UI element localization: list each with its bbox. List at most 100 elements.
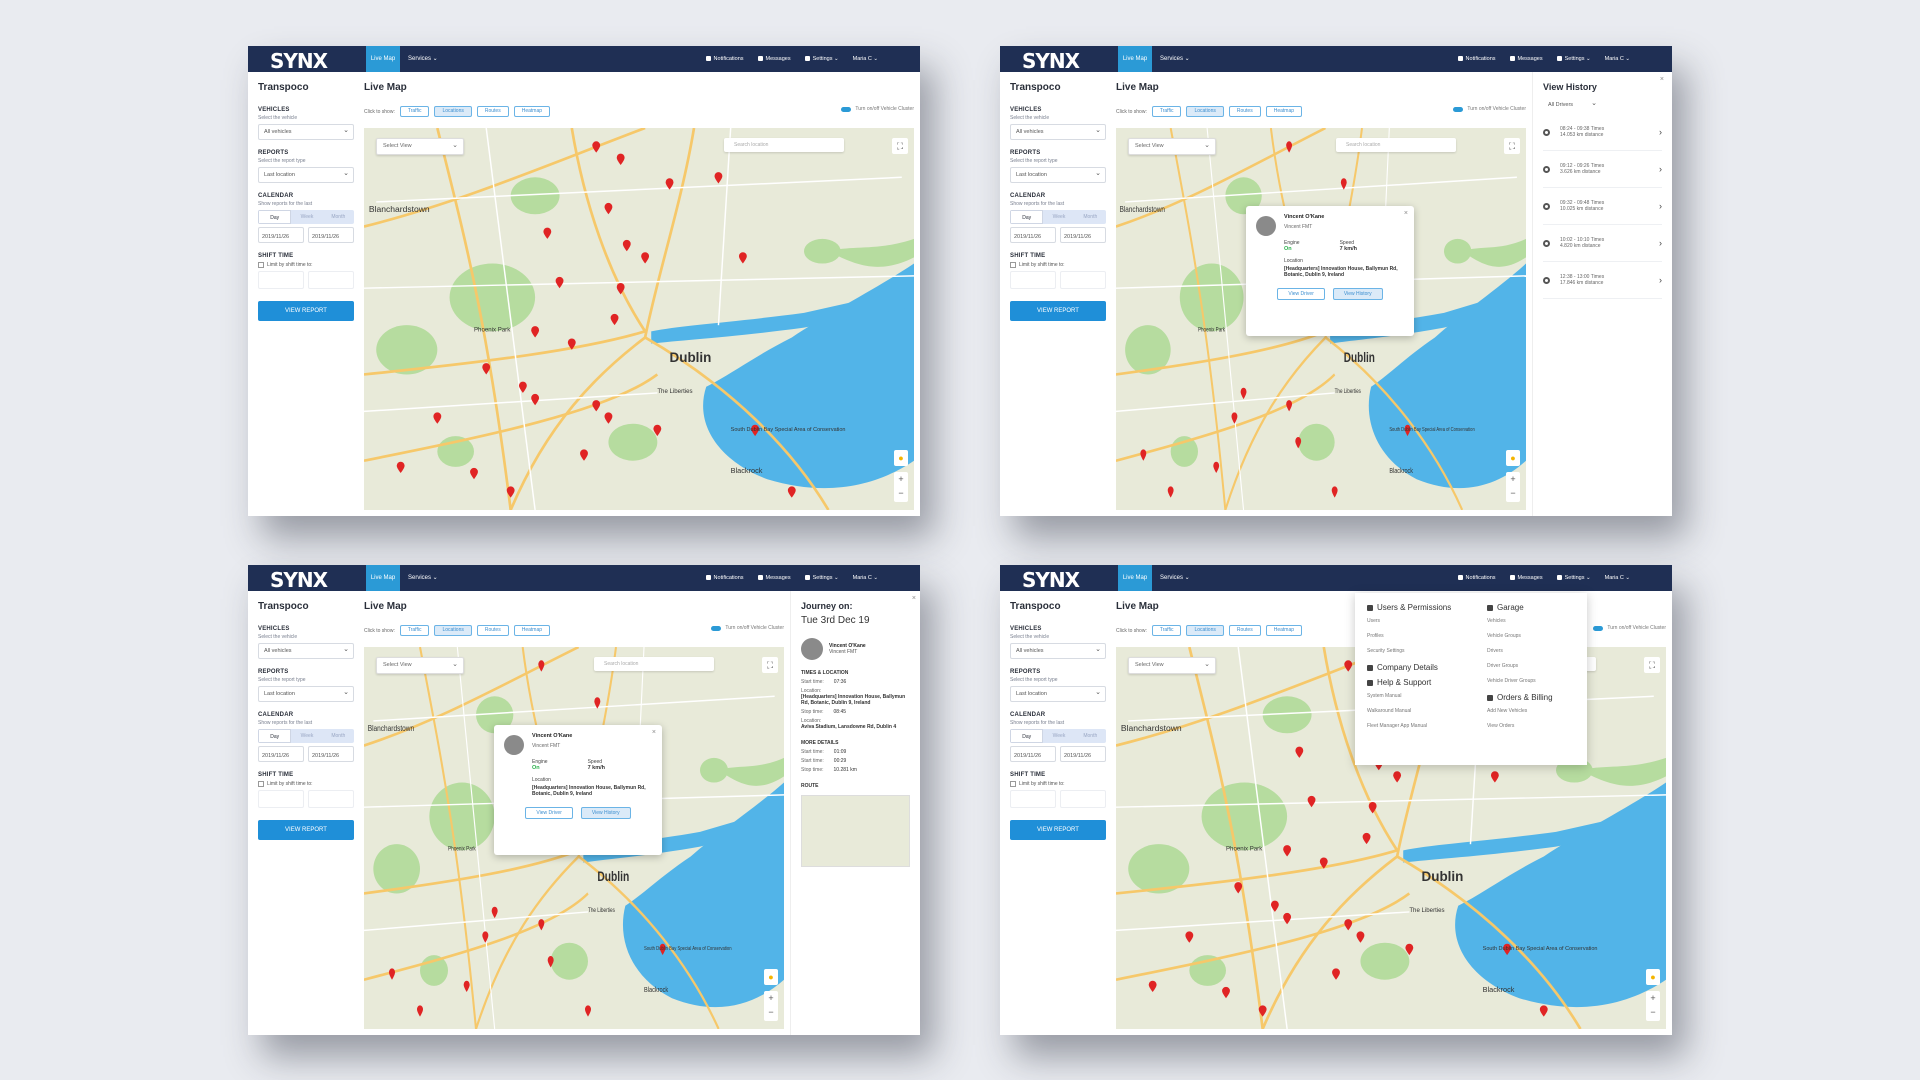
period-month[interactable]: Month	[1075, 729, 1106, 743]
settings-menu[interactable]: Settings ⌄	[1556, 565, 1591, 591]
shift-limit-checkbox[interactable]: Limit by shift time to:	[1010, 262, 1106, 268]
live-map[interactable]: Dublin Blanchardstown Phoenix Park Blackroc…	[364, 647, 784, 1029]
shift-limit-checkbox[interactable]: Limit by shift time to:	[258, 262, 354, 268]
routes-chip[interactable]: Routes	[1228, 106, 1261, 117]
settings-menu-item[interactable]: View Orders	[1487, 723, 1553, 729]
location-search-input[interactable]: Search location	[1336, 138, 1456, 152]
chevron-right-icon[interactable]: ›	[1659, 238, 1662, 248]
report-type-select[interactable]: Last location	[1010, 167, 1106, 183]
traffic-chip[interactable]: Traffic	[399, 106, 430, 117]
period-day[interactable]: Day	[1010, 210, 1044, 224]
vehicle-cluster-toggle[interactable]: Turn on/off Vehicle Cluster	[1453, 106, 1526, 112]
date-from-field[interactable]: 2019/11/26	[1010, 746, 1056, 762]
fullscreen-icon[interactable]: ⛶	[762, 657, 778, 673]
orders-billing-item[interactable]: Orders & Billing	[1487, 693, 1553, 702]
locations-chip[interactable]: Locations	[1186, 106, 1224, 117]
vehicles-select[interactable]: All vehicles	[258, 124, 354, 140]
settings-menu-item[interactable]: Driver Groups	[1487, 663, 1553, 669]
chevron-right-icon[interactable]: ›	[1659, 275, 1662, 285]
vehicle-cluster-toggle[interactable]: Turn on/off Vehicle Cluster	[1593, 625, 1666, 631]
history-route-item[interactable]: 10:02 - 10:10 Times 4.820 km distance ›	[1543, 225, 1662, 262]
checkbox-box[interactable]	[258, 781, 264, 787]
live-map[interactable]: Dublin Blanchardstown Phoenix Park Blackroc…	[1116, 128, 1526, 510]
shift-end-field[interactable]	[1060, 271, 1106, 289]
messages-link[interactable]: Messages	[1509, 46, 1543, 72]
routes-chip[interactable]: Routes	[476, 625, 509, 636]
nav-services-menu[interactable]: Services ⌄	[408, 46, 438, 72]
notifications-link[interactable]: Notifications	[1457, 46, 1496, 72]
street-view-pegman-icon[interactable]: ●	[1506, 450, 1520, 466]
shift-start-field[interactable]	[258, 790, 304, 808]
checkbox-box[interactable]	[1010, 262, 1016, 268]
synx-logo[interactable]: SYNX	[1022, 568, 1080, 592]
settings-menu-item[interactable]: Vehicle Driver Groups	[1487, 678, 1553, 684]
date-to-field[interactable]: 2019/11/26	[1060, 746, 1106, 762]
notifications-link[interactable]: Notifications	[705, 46, 744, 72]
close-icon[interactable]: ×	[1660, 76, 1664, 83]
shift-start-field[interactable]	[1010, 271, 1056, 289]
user-menu[interactable]: Maria C ⌄	[853, 565, 878, 591]
chevron-right-icon[interactable]: ›	[1659, 201, 1662, 211]
date-from-field[interactable]: 2019/11/26	[1010, 227, 1056, 243]
shift-limit-checkbox[interactable]: Limit by shift time to:	[1010, 781, 1106, 787]
fullscreen-icon[interactable]: ⛶	[892, 138, 908, 154]
notifications-link[interactable]: Notifications	[1457, 565, 1496, 591]
select-view-dropdown[interactable]: Select View	[376, 657, 464, 674]
date-to-field[interactable]: 2019/11/26	[308, 746, 354, 762]
help-support-item[interactable]: Help & Support	[1367, 678, 1451, 687]
view-report-button[interactable]: VIEW REPORT	[258, 301, 354, 321]
company-details-item[interactable]: Company Details	[1367, 663, 1451, 672]
nav-services-menu[interactable]: Services ⌄	[1160, 565, 1190, 591]
shift-start-field[interactable]	[1010, 790, 1056, 808]
settings-menu-item[interactable]: Fleet Manager App Manual	[1367, 723, 1451, 729]
toggle-switch[interactable]	[1453, 106, 1464, 112]
close-icon[interactable]: ×	[652, 729, 656, 736]
settings-menu[interactable]: Settings ⌄	[804, 565, 839, 591]
shift-limit-checkbox[interactable]: Limit by shift time to:	[258, 781, 354, 787]
period-week[interactable]: Week	[1043, 729, 1074, 743]
toggle-switch[interactable]	[841, 106, 852, 112]
nav-live-map-tab[interactable]: Live Map	[366, 565, 400, 591]
history-route-item[interactable]: 12:38 - 13:00 Times 17.846 km distance ›	[1543, 262, 1662, 299]
view-report-button[interactable]: VIEW REPORT	[1010, 301, 1106, 321]
settings-menu-item[interactable]: Security Settings	[1367, 648, 1451, 654]
date-to-field[interactable]: 2019/11/26	[308, 227, 354, 243]
settings-menu[interactable]: Settings ⌄	[804, 46, 839, 72]
vehicles-select[interactable]: All vehicles	[1010, 643, 1106, 659]
user-menu[interactable]: Maria C ⌄	[853, 46, 878, 72]
period-day[interactable]: Day	[258, 729, 292, 743]
nav-live-map-tab[interactable]: Live Map	[366, 46, 400, 72]
zoom-out-icon[interactable]: −	[764, 1005, 778, 1019]
vehicles-select[interactable]: All vehicles	[1010, 124, 1106, 140]
heatmap-chip[interactable]: Heatmap	[1265, 106, 1303, 117]
vehicle-cluster-toggle[interactable]: Turn on/off Vehicle Cluster	[711, 625, 784, 631]
messages-link[interactable]: Messages	[1509, 565, 1543, 591]
zoom-out-icon[interactable]: −	[1646, 1005, 1660, 1019]
settings-menu-item[interactable]: Profiles	[1367, 633, 1451, 639]
history-route-item[interactable]: 09:12 - 09:26 Times 3.626 km distance ›	[1543, 151, 1662, 188]
toggle-switch[interactable]	[1593, 625, 1604, 631]
messages-link[interactable]: Messages	[757, 565, 791, 591]
vehicles-select[interactable]: All vehicles	[258, 643, 354, 659]
select-view-dropdown[interactable]: Select View	[376, 138, 464, 155]
chevron-right-icon[interactable]: ›	[1659, 164, 1662, 174]
traffic-chip[interactable]: Traffic	[1151, 106, 1182, 117]
messages-link[interactable]: Messages	[757, 46, 791, 72]
date-from-field[interactable]: 2019/11/26	[258, 746, 304, 762]
zoom-in-icon[interactable]: +	[894, 472, 908, 486]
live-map[interactable]: Dublin Blanchardstown Phoenix Park Blackroc…	[364, 128, 914, 510]
settings-menu-item[interactable]: Add New Vehicles	[1487, 708, 1553, 714]
zoom-in-icon[interactable]: +	[1506, 472, 1520, 486]
history-route-item[interactable]: 09:32 - 09:48 Times 10.025 km distance ›	[1543, 188, 1662, 225]
report-type-select[interactable]: Last location	[258, 686, 354, 702]
routes-chip[interactable]: Routes	[476, 106, 509, 117]
close-icon[interactable]: ×	[1404, 210, 1408, 217]
settings-menu-item[interactable]: System Manual	[1367, 693, 1451, 699]
shift-start-field[interactable]	[258, 271, 304, 289]
heatmap-chip[interactable]: Heatmap	[1265, 625, 1303, 636]
garage-item[interactable]: Garage	[1487, 603, 1553, 612]
user-menu[interactable]: Maria C ⌄	[1605, 565, 1630, 591]
view-driver-button[interactable]: View Driver	[525, 807, 573, 819]
shift-end-field[interactable]	[308, 790, 354, 808]
period-week[interactable]: Week	[291, 729, 322, 743]
